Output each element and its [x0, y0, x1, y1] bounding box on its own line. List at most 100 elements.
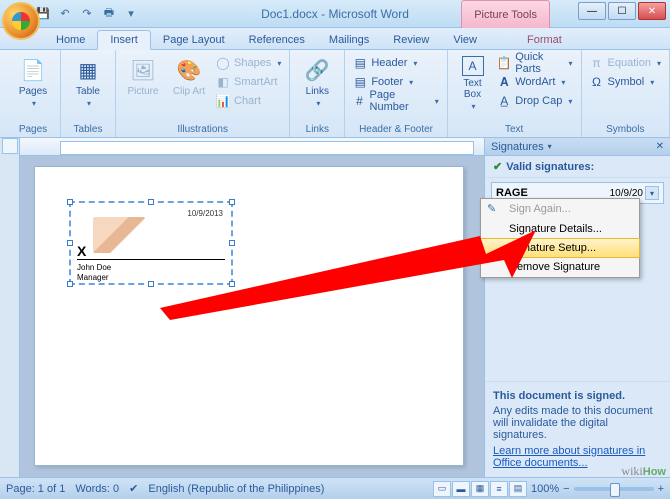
qat-print-icon[interactable]: 🖶: [100, 5, 118, 23]
tab-page-layout[interactable]: Page Layout: [151, 31, 237, 49]
table-icon: ▦: [74, 56, 102, 84]
footer-icon: ▤: [353, 75, 367, 89]
group-links: 🔗Links Links: [290, 50, 345, 137]
qat-more-icon[interactable]: ▾: [122, 5, 140, 23]
resize-handle[interactable]: [148, 281, 154, 287]
pagenum-button[interactable]: #Page Number: [351, 92, 440, 110]
qat-undo-icon[interactable]: ↶: [56, 5, 74, 23]
minimize-button[interactable]: —: [578, 2, 606, 20]
status-words[interactable]: Words: 0: [75, 483, 119, 495]
signature-date: 10/9/2013: [187, 209, 223, 218]
pages-button[interactable]: 📄Pages: [12, 52, 54, 108]
menu-remove-signature[interactable]: Remove Signature: [481, 257, 639, 277]
tab-insert[interactable]: Insert: [97, 30, 151, 50]
signatures-taskpane: Signatures ▾ ✕ ✔ Valid signatures: RAGE …: [484, 138, 670, 477]
group-illustrations: 🖼Picture 🎨Clip Art ◯Shapes ◧SmartArt 📊Ch…: [116, 50, 290, 137]
zoom-out-button[interactable]: −: [563, 483, 569, 495]
title-bar: 💾 ↶ ↷ 🖶 ▾ Doc1.docx - Microsoft Word Pic…: [0, 0, 670, 28]
resize-handle[interactable]: [148, 199, 154, 205]
group-pages: 📄Pages Pages: [6, 50, 61, 137]
wordart-button[interactable]: 𝐀WordArt: [495, 73, 574, 91]
signature-context-menu: ✎Sign Again... Signature Details... Sign…: [480, 198, 640, 278]
tab-format[interactable]: Format: [515, 31, 574, 49]
view-print-layout[interactable]: ▭: [433, 481, 451, 497]
tab-home[interactable]: Home: [44, 31, 97, 49]
signer-name: John Doe: [77, 263, 111, 272]
quickparts-icon: 📋: [497, 56, 511, 70]
resize-handle[interactable]: [67, 199, 73, 205]
textbox-icon: A: [462, 56, 484, 76]
window-controls: — ☐ ✕: [578, 2, 666, 20]
signature-dropdown-button[interactable]: ▾: [645, 186, 659, 200]
picture-icon: 🖼: [129, 56, 157, 84]
close-button[interactable]: ✕: [638, 2, 666, 20]
taskpane-close-icon[interactable]: ✕: [656, 141, 664, 152]
equation-button[interactable]: πEquation: [588, 54, 663, 72]
chart-button[interactable]: 📊Chart: [214, 92, 283, 110]
tab-review[interactable]: Review: [381, 31, 441, 49]
clipart-icon: 🎨: [175, 56, 203, 84]
menu-signature-details[interactable]: Signature Details...: [481, 219, 639, 239]
smartart-button[interactable]: ◧SmartArt: [214, 73, 283, 91]
view-outline[interactable]: ≡: [490, 481, 508, 497]
work-area: 10/9/2013 X John Doe Manager Signatures …: [0, 138, 670, 477]
zoom-slider[interactable]: [574, 487, 654, 491]
shapes-icon: ◯: [216, 56, 230, 70]
equation-icon: π: [590, 56, 604, 70]
resize-handle[interactable]: [67, 281, 73, 287]
info-body: Any edits made to this document will inv…: [493, 405, 662, 441]
header-icon: ▤: [353, 56, 367, 70]
view-web-layout[interactable]: ▦: [471, 481, 489, 497]
view-draft[interactable]: ▤: [509, 481, 527, 497]
zoom-controls: ▭ ▬ ▦ ≡ ▤ 100% − +: [433, 481, 664, 497]
status-proofing-icon[interactable]: ✔: [129, 482, 138, 495]
group-tables: ▦Table Tables: [61, 50, 116, 137]
tab-view[interactable]: View: [441, 31, 489, 49]
document-viewport[interactable]: 10/9/2013 X John Doe Manager: [20, 156, 484, 477]
pen-icon: ✎: [487, 202, 501, 216]
view-full-screen[interactable]: ▬: [452, 481, 470, 497]
vertical-ruler: [0, 138, 20, 477]
maximize-button[interactable]: ☐: [608, 2, 636, 20]
dropcap-icon: A̲: [497, 94, 511, 108]
resize-handle[interactable]: [229, 199, 235, 205]
links-button[interactable]: 🔗Links: [296, 52, 338, 108]
signature-line-object[interactable]: 10/9/2013 X John Doe Manager: [69, 201, 233, 285]
watermark: wikiHow: [621, 464, 666, 479]
resize-handle[interactable]: [229, 240, 235, 246]
page[interactable]: 10/9/2013 X John Doe Manager: [34, 166, 464, 466]
shapes-button[interactable]: ◯Shapes: [214, 54, 283, 72]
contextual-tab-group: Picture Tools: [461, 0, 550, 28]
header-button[interactable]: ▤Header: [351, 54, 440, 72]
ribbon-tabs: Home Insert Page Layout References Maili…: [0, 28, 670, 50]
menu-sign-again: ✎Sign Again...: [481, 199, 639, 219]
taskpane-title: Signatures: [491, 141, 544, 153]
tab-references[interactable]: References: [237, 31, 317, 49]
resize-handle[interactable]: [229, 281, 235, 287]
smartart-icon: ◧: [216, 75, 230, 89]
status-language[interactable]: English (Republic of the Philippines): [148, 483, 324, 495]
textbox-button[interactable]: AText Box: [454, 52, 491, 111]
view-buttons: ▭ ▬ ▦ ≡ ▤: [433, 481, 527, 497]
tab-mailings[interactable]: Mailings: [317, 31, 381, 49]
info-title: This document is signed.: [493, 390, 662, 402]
menu-signature-setup[interactable]: Signature Setup...: [480, 238, 640, 258]
table-button[interactable]: ▦Table: [67, 52, 109, 108]
qat-redo-icon[interactable]: ↷: [78, 5, 96, 23]
zoom-level[interactable]: 100%: [531, 483, 559, 495]
quickparts-button[interactable]: 📋Quick Parts: [495, 54, 574, 72]
group-symbols: πEquation ΩSymbol Symbols: [582, 50, 670, 137]
taskpane-dropdown-icon[interactable]: ▾: [548, 142, 552, 151]
pages-icon: 📄: [19, 56, 47, 84]
symbol-button[interactable]: ΩSymbol: [588, 73, 663, 91]
status-page[interactable]: Page: 1 of 1: [6, 483, 65, 495]
zoom-in-button[interactable]: +: [658, 483, 664, 495]
taskpane-info: This document is signed. Any edits made …: [485, 381, 670, 477]
clipart-button[interactable]: 🎨Clip Art: [168, 52, 210, 97]
symbol-icon: Ω: [590, 75, 604, 89]
picture-button[interactable]: 🖼Picture: [122, 52, 164, 97]
status-bar: Page: 1 of 1 Words: 0 ✔ English (Republi…: [0, 477, 670, 499]
office-button[interactable]: [2, 2, 40, 40]
resize-handle[interactable]: [67, 240, 73, 246]
dropcap-button[interactable]: A̲Drop Cap: [495, 92, 574, 110]
